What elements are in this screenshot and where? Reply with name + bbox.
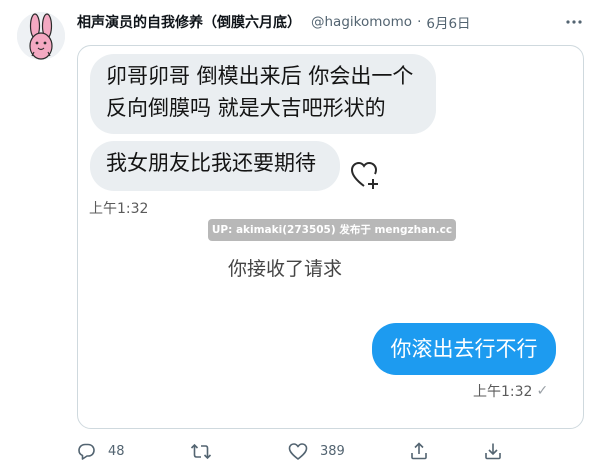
message-bubble-incoming: 卯哥卯哥 倒模出来后 你会出一个 反向倒膜吗 就是大吉吧形状的	[90, 54, 436, 134]
like-icon	[288, 442, 308, 460]
media-image[interactable]: 卯哥卯哥 倒模出来后 你会出一个 反向倒膜吗 就是大吉吧形状的 我女朋友比我还要…	[77, 45, 584, 429]
system-message: 你接收了请求	[228, 258, 343, 280]
more-icon	[566, 20, 582, 24]
message-line: 卯哥卯哥 倒模出来后 你会出一个	[106, 64, 414, 88]
tweet-header: 相声演员的自我修养（倒膜六月底） @hagikomomo · 6月6日	[77, 12, 471, 32]
share-icon	[411, 442, 427, 460]
like-button[interactable]: 389	[288, 436, 345, 466]
avatar[interactable]	[17, 12, 65, 60]
reply-icon	[78, 443, 95, 460]
separator-dot: ·	[417, 14, 422, 30]
message-text: 我女朋友比我还要期待	[106, 151, 316, 175]
tweet: 相声演员的自我修养（倒膜六月底） @hagikomomo · 6月6日 卯哥卯哥…	[0, 0, 603, 476]
reply-button[interactable]: 48	[77, 436, 125, 466]
message-bubble-outgoing: 你滚出去行不行	[372, 323, 556, 375]
message-bubble-incoming: 我女朋友比我还要期待	[90, 141, 340, 191]
message-line: 反向倒膜吗 就是大吉吧形状的	[106, 96, 386, 120]
more-button[interactable]	[562, 10, 586, 34]
tweet-date[interactable]: 6月6日	[426, 12, 470, 32]
author-name[interactable]: 相声演员的自我修养（倒膜六月底）	[77, 12, 301, 32]
message-timestamp-outgoing: 上午1:32 ✓	[473, 381, 548, 401]
download-icon	[485, 443, 501, 460]
like-count: 389	[320, 443, 345, 459]
read-check-icon: ✓	[536, 383, 549, 399]
action-bar: 48 389	[0, 436, 603, 466]
watermark: UP: akimaki(273505) 发布于 mengzhan.cc	[208, 219, 456, 241]
reply-count: 48	[108, 443, 125, 459]
timestamp-text: 上午1:32	[473, 384, 533, 400]
message-timestamp: 上午1:32	[89, 201, 149, 217]
rabbit-avatar	[17, 12, 65, 60]
retweet-button[interactable]	[190, 436, 212, 466]
download-button[interactable]	[483, 436, 503, 466]
heart-plus-icon	[350, 161, 378, 189]
share-button[interactable]	[409, 436, 429, 466]
author-handle[interactable]: @hagikomomo	[311, 14, 412, 30]
message-text: 你滚出去行不行	[390, 337, 538, 361]
retweet-icon	[190, 443, 212, 459]
